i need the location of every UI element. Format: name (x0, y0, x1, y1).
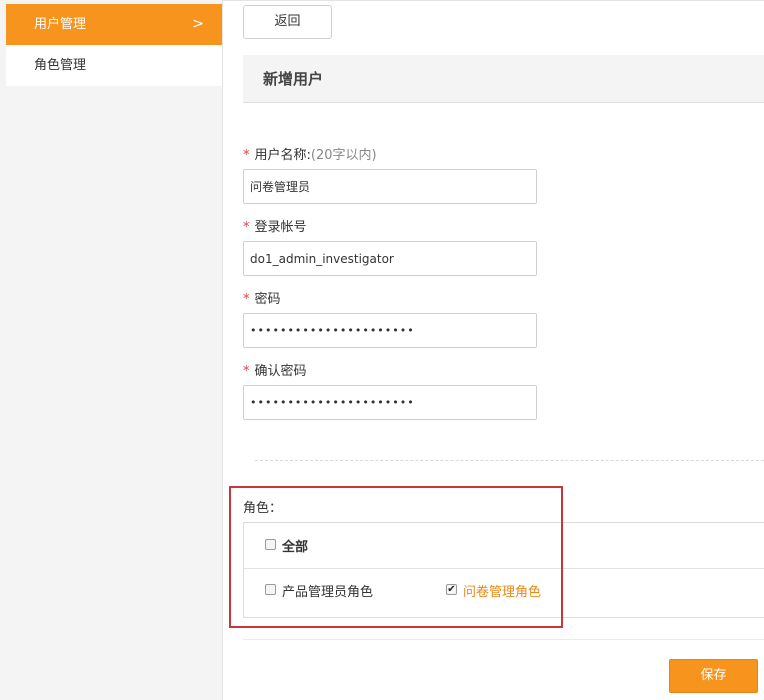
account-input[interactable] (243, 241, 537, 276)
sidebar-item-label: 用户管理 (34, 17, 87, 32)
required-mark: * (243, 148, 250, 163)
roles-box: 全部 产品管理员角色 ✔ 问卷管理角色 (243, 522, 764, 618)
role-product-admin-label[interactable]: 产品管理员角色 (282, 581, 373, 600)
role-product-admin-checkbox[interactable] (265, 584, 276, 595)
password-input[interactable] (243, 313, 537, 348)
sidebar-item-role-management[interactable]: 角色管理 (6, 45, 222, 86)
role-all-label[interactable]: 全部 (282, 536, 308, 555)
role-survey-admin-label[interactable]: 问卷管理角色 (463, 581, 541, 600)
password-label: * 密码 (243, 288, 281, 307)
role-survey-admin-checkbox[interactable]: ✔ (446, 584, 457, 595)
username-label-text: 用户名称: (254, 148, 311, 163)
required-mark: * (243, 364, 250, 379)
roles-divider (244, 568, 764, 569)
sidebar-item-label: 角色管理 (34, 58, 87, 73)
back-button[interactable]: 返回 (243, 5, 332, 39)
page-title-bar: 新增用户 (243, 55, 764, 103)
confirm-password-label-text: 确认密码 (254, 364, 307, 379)
section-divider (255, 460, 764, 461)
account-label-text: 登录帐号 (254, 220, 307, 235)
save-button[interactable]: 保存 (669, 659, 758, 693)
roles-label: 角色： (243, 501, 283, 516)
sidebar: 用户管理 > 角色管理 (0, 0, 223, 700)
required-mark: * (243, 220, 250, 235)
top-border (222, 0, 764, 1)
required-mark: * (243, 292, 250, 307)
sidebar-item-user-management[interactable]: 用户管理 > (6, 4, 222, 45)
confirm-password-label: * 确认密码 (243, 360, 307, 379)
username-label: * 用户名称:(20字以内) (243, 144, 377, 163)
account-label: * 登录帐号 (243, 216, 307, 235)
confirm-password-input[interactable] (243, 385, 537, 420)
username-hint: (20字以内) (310, 148, 377, 163)
page-title: 新增用户 (263, 70, 324, 88)
footer-divider (243, 639, 764, 640)
username-input[interactable] (243, 169, 537, 204)
role-all-checkbox[interactable] (265, 539, 276, 550)
checkmark-icon: ✔ (447, 584, 456, 595)
chevron-right-icon: > (192, 16, 204, 32)
password-label-text: 密码 (254, 292, 281, 307)
